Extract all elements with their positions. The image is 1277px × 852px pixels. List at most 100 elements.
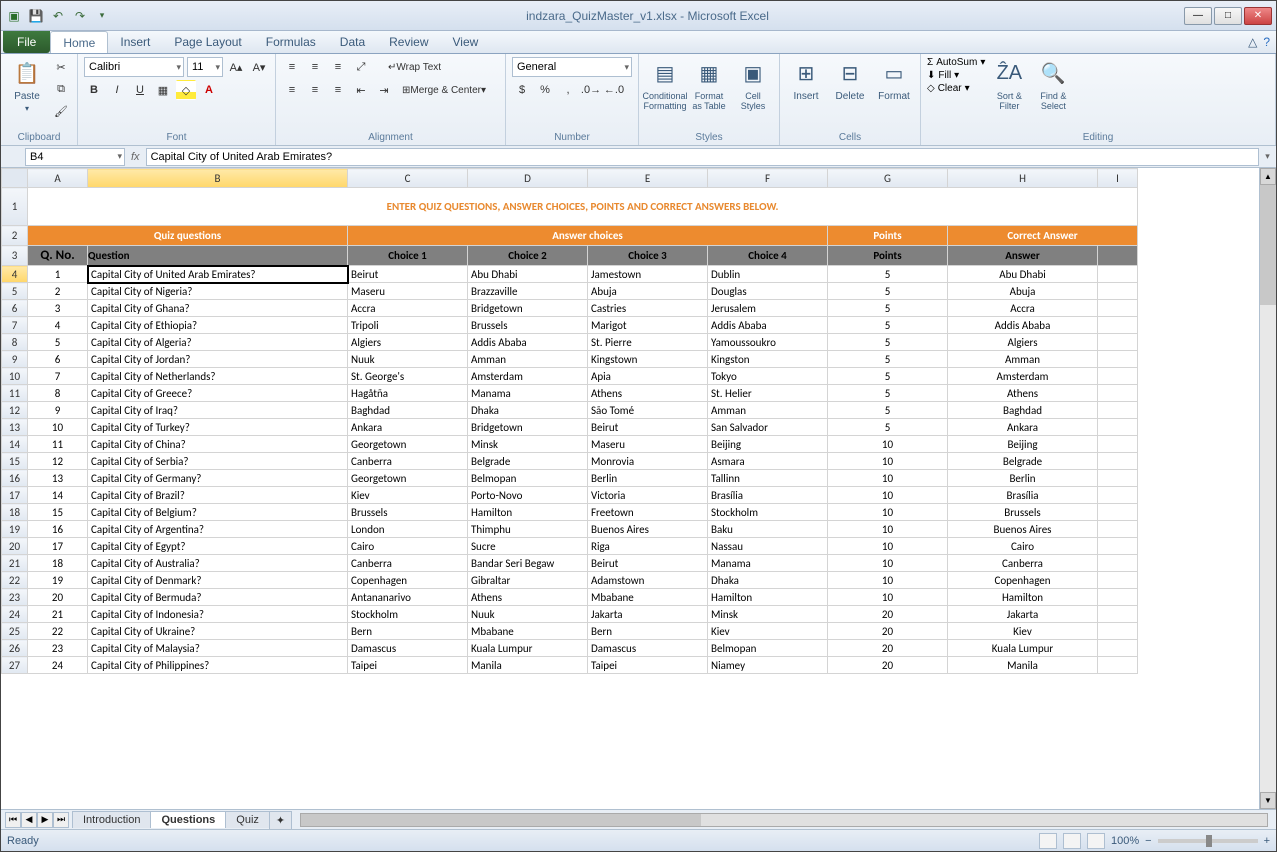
cell[interactable]: Manila — [948, 657, 1098, 674]
cell[interactable]: Manama — [708, 555, 828, 572]
cell[interactable]: 17 — [28, 538, 88, 555]
cell[interactable]: St. George's — [348, 368, 468, 385]
cell[interactable]: Capital City of Indonesia? — [88, 606, 348, 623]
align-bottom-icon[interactable]: ≡ — [328, 57, 348, 77]
row-header[interactable]: 5 — [2, 283, 28, 300]
clear-button[interactable]: ◇ Clear ▾ — [927, 83, 985, 94]
cell[interactable]: Capital City of United Arab Emirates? — [88, 266, 348, 283]
maximize-button[interactable]: □ — [1214, 7, 1242, 25]
cell[interactable]: 10 — [828, 572, 948, 589]
percent-icon[interactable]: % — [535, 80, 555, 100]
fill-color-icon[interactable]: ◇ — [176, 80, 196, 100]
cell[interactable]: Tripoli — [348, 317, 468, 334]
help-icon[interactable]: ? — [1263, 35, 1270, 49]
close-button[interactable]: ✕ — [1244, 7, 1272, 25]
col-header[interactable]: A — [28, 169, 88, 188]
tab-data[interactable]: Data — [328, 31, 377, 53]
sheet-nav-last-icon[interactable]: ⏭ — [53, 812, 69, 828]
cell[interactable]: 5 — [28, 334, 88, 351]
cell[interactable]: Baghdad — [348, 402, 468, 419]
tab-view[interactable]: View — [441, 31, 491, 53]
row-header[interactable]: 21 — [2, 555, 28, 572]
qat-dropdown-icon[interactable]: ▾ — [93, 7, 111, 25]
cell[interactable]: Capital City of Serbia? — [88, 453, 348, 470]
col-header[interactable]: G — [828, 169, 948, 188]
minimize-button[interactable]: — — [1184, 7, 1212, 25]
row-header[interactable]: 7 — [2, 317, 28, 334]
cell[interactable]: 9 — [28, 402, 88, 419]
cell[interactable]: 10 — [828, 487, 948, 504]
row-header[interactable]: 13 — [2, 419, 28, 436]
row-header[interactable]: 19 — [2, 521, 28, 538]
cell[interactable]: 5 — [828, 334, 948, 351]
cell[interactable]: Bern — [348, 623, 468, 640]
col-header[interactable]: I — [1098, 169, 1138, 188]
cell[interactable] — [1098, 419, 1138, 436]
row-header[interactable]: 4 — [2, 266, 28, 283]
cell[interactable]: Victoria — [588, 487, 708, 504]
cell[interactable]: Algiers — [948, 334, 1098, 351]
cell[interactable] — [1098, 623, 1138, 640]
row-header[interactable]: 22 — [2, 572, 28, 589]
cell[interactable]: San Salvador — [708, 419, 828, 436]
align-left-icon[interactable]: ≡ — [282, 80, 302, 100]
cell[interactable]: Minsk — [468, 436, 588, 453]
cell[interactable]: Beirut — [588, 419, 708, 436]
cell[interactable]: Brussels — [948, 504, 1098, 521]
increase-decimal-icon[interactable]: .0→ — [581, 80, 601, 100]
cell[interactable] — [1098, 266, 1138, 283]
cell[interactable]: Canberra — [348, 453, 468, 470]
cell[interactable] — [1098, 334, 1138, 351]
page-break-view-icon[interactable] — [1087, 833, 1105, 849]
align-top-icon[interactable]: ≡ — [282, 57, 302, 77]
cell[interactable]: Brasília — [948, 487, 1098, 504]
number-format-combo[interactable]: General — [512, 57, 632, 77]
cell[interactable]: Capital City of Nigeria? — [88, 283, 348, 300]
cell[interactable]: Capital City of Germany? — [88, 470, 348, 487]
autosum-button[interactable]: Σ AutoSum ▾ — [927, 57, 985, 68]
cell[interactable]: Sucre — [468, 538, 588, 555]
cell[interactable]: Dhaka — [468, 402, 588, 419]
row-header[interactable]: 6 — [2, 300, 28, 317]
tab-formulas[interactable]: Formulas — [254, 31, 328, 53]
cell[interactable]: Taipei — [588, 657, 708, 674]
row-header[interactable]: 26 — [2, 640, 28, 657]
cell[interactable]: Damascus — [348, 640, 468, 657]
cell[interactable]: Bridgetown — [468, 419, 588, 436]
cell[interactable]: Capital City of Bermuda? — [88, 589, 348, 606]
cell[interactable]: Tokyo — [708, 368, 828, 385]
cell[interactable]: Capital City of China? — [88, 436, 348, 453]
cell[interactable]: 4 — [28, 317, 88, 334]
cell[interactable]: Minsk — [708, 606, 828, 623]
bold-button[interactable]: B — [84, 80, 104, 100]
cell[interactable]: Beijing — [948, 436, 1098, 453]
format-cells-button[interactable]: ▭Format — [874, 57, 914, 102]
cell[interactable]: Abuja — [588, 283, 708, 300]
vertical-scrollbar[interactable]: ▲ ▼ — [1259, 168, 1276, 809]
normal-view-icon[interactable] — [1039, 833, 1057, 849]
cell[interactable] — [1098, 317, 1138, 334]
cell[interactable] — [1098, 487, 1138, 504]
cell[interactable]: Copenhagen — [948, 572, 1098, 589]
cell[interactable]: Brussels — [468, 317, 588, 334]
cell[interactable]: 2 — [28, 283, 88, 300]
sheet-tab-introduction[interactable]: Introduction — [72, 811, 151, 828]
cell[interactable]: Capital City of Ghana? — [88, 300, 348, 317]
cell[interactable]: Damascus — [588, 640, 708, 657]
cell[interactable]: Capital City of Denmark? — [88, 572, 348, 589]
sheet-nav-first-icon[interactable]: ⏮ — [5, 812, 21, 828]
cell[interactable]: Dhaka — [708, 572, 828, 589]
cell[interactable]: Hamilton — [948, 589, 1098, 606]
cell[interactable]: Addis Ababa — [708, 317, 828, 334]
zoom-out-icon[interactable]: − — [1145, 835, 1151, 847]
cell[interactable]: Jamestown — [588, 266, 708, 283]
cell[interactable]: 20 — [28, 589, 88, 606]
row-header[interactable]: 16 — [2, 470, 28, 487]
cell[interactable]: Kuala Lumpur — [948, 640, 1098, 657]
cell[interactable]: 20 — [828, 606, 948, 623]
cell[interactable]: Hagåtña — [348, 385, 468, 402]
tab-page-layout[interactable]: Page Layout — [162, 31, 253, 53]
italic-button[interactable]: I — [107, 80, 127, 100]
cell[interactable]: Brasília — [708, 487, 828, 504]
cell[interactable]: Porto-Novo — [468, 487, 588, 504]
